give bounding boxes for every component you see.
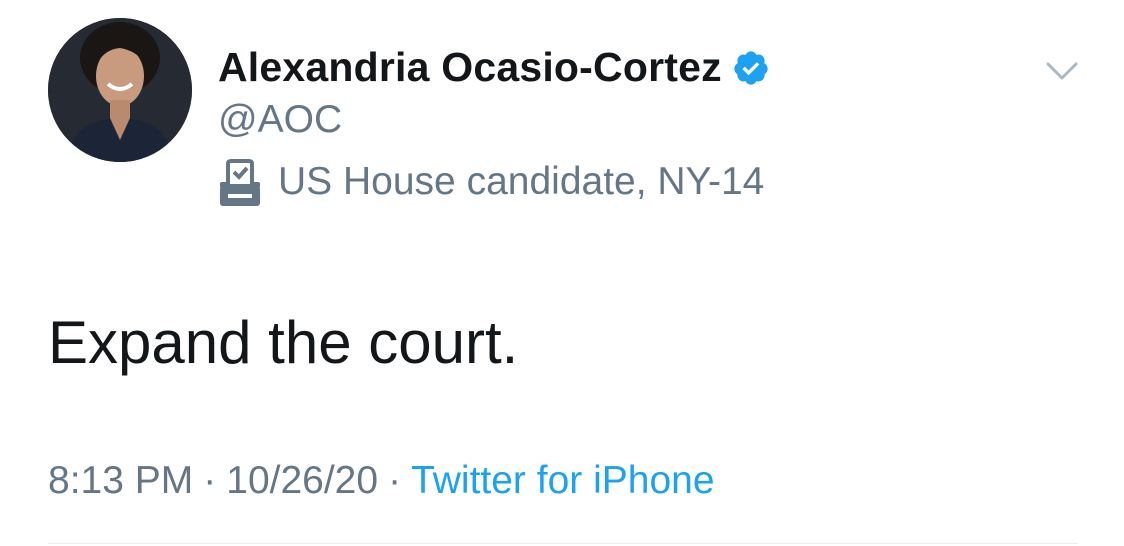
verified-badge-icon <box>734 50 768 85</box>
chevron-down-icon[interactable] <box>1042 58 1082 86</box>
display-name[interactable]: Alexandria Ocasio-Cortez <box>218 44 770 91</box>
meta-separator: · <box>203 459 217 502</box>
tweet-meta: 8:13 PM · 10/26/20 · Twitter for iPhone <box>48 459 715 503</box>
avatar[interactable] <box>48 18 192 162</box>
divider <box>48 543 1078 544</box>
account-label[interactable]: US House candidate, NY-14 <box>216 156 764 208</box>
tweet-card: Alexandria Ocasio-Cortez @AOC US House c… <box>0 0 1124 546</box>
meta-separator: · <box>388 459 402 502</box>
avatar-image <box>48 18 192 162</box>
handle[interactable]: @AOC <box>218 98 342 142</box>
ballot-box-icon <box>220 159 260 206</box>
tweet-date[interactable]: 10/26/20 <box>226 459 378 502</box>
account-label-text: US House candidate, NY-14 <box>278 160 765 203</box>
tweet-source-link[interactable]: Twitter for iPhone <box>411 459 714 502</box>
display-name-text: Alexandria Ocasio-Cortez <box>218 44 722 90</box>
tweet-time[interactable]: 8:13 PM <box>48 459 193 502</box>
tweet-text: Expand the court. <box>48 309 519 376</box>
